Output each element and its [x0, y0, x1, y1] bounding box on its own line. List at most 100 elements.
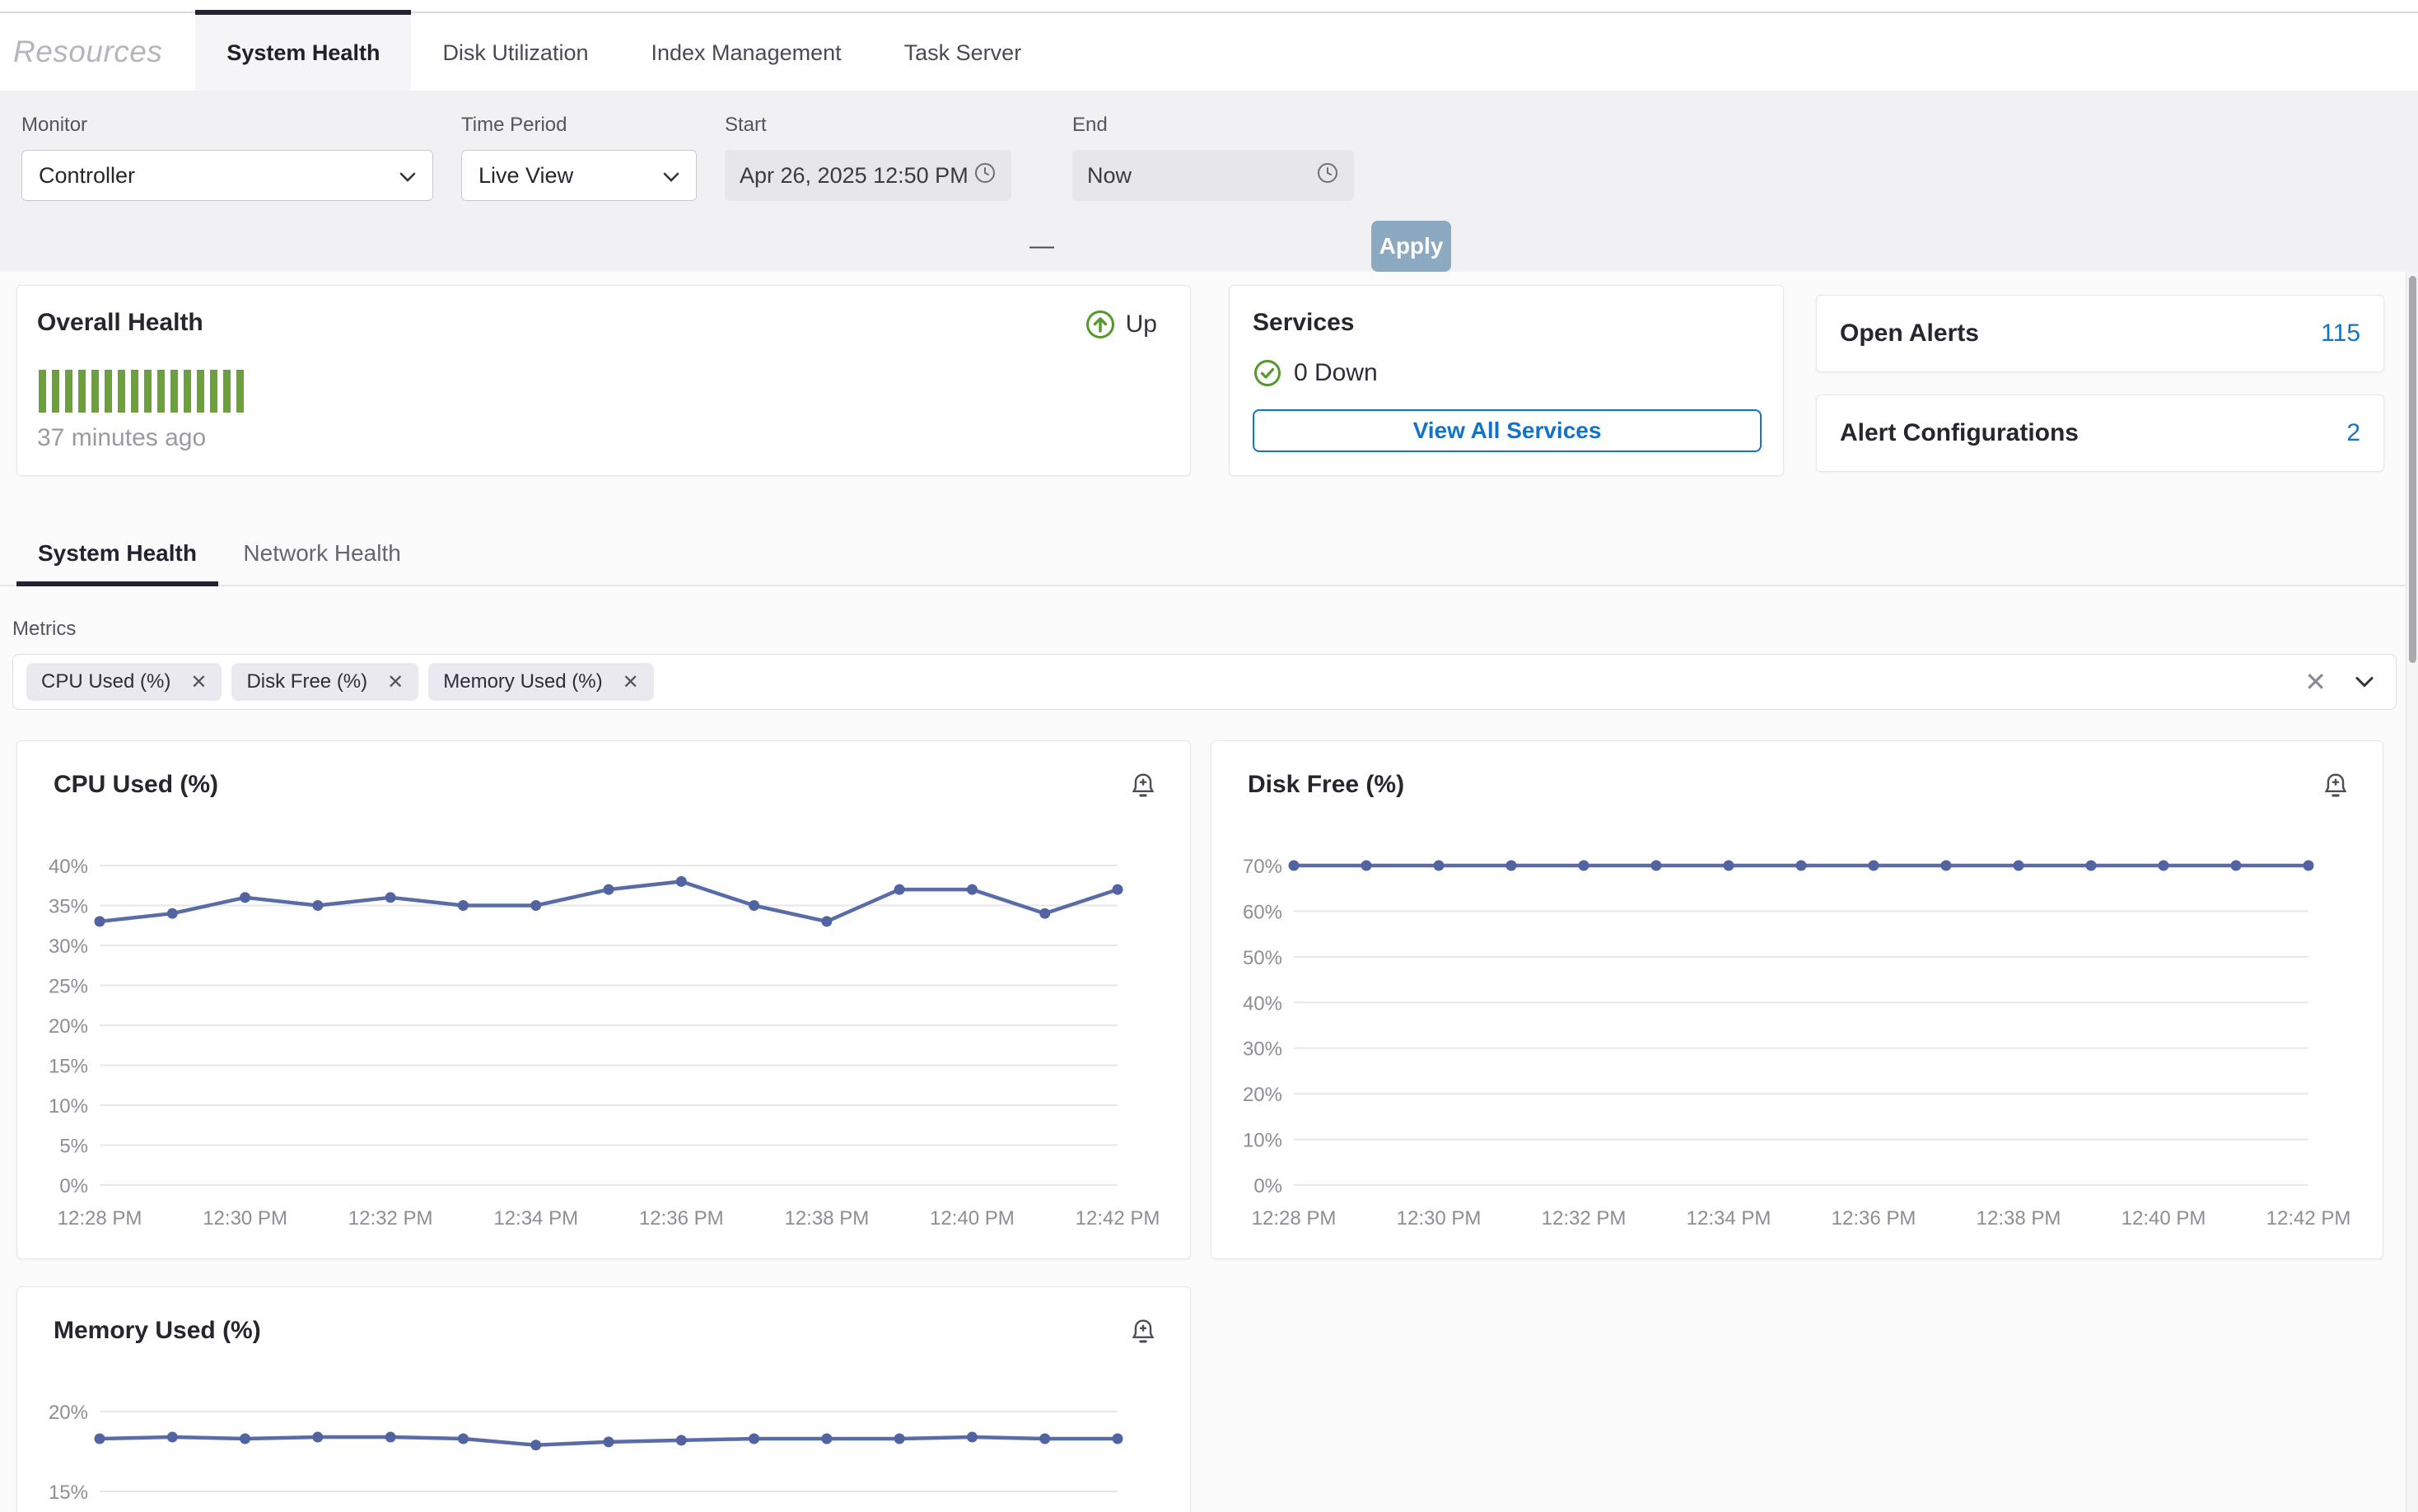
svg-text:12:30 PM: 12:30 PM — [1397, 1207, 1482, 1230]
health-bar — [170, 370, 178, 413]
svg-text:12:42 PM: 12:42 PM — [1076, 1207, 1160, 1230]
svg-text:12:30 PM: 12:30 PM — [203, 1207, 287, 1230]
svg-text:12:34 PM: 12:34 PM — [1687, 1207, 1771, 1230]
open-alerts-card[interactable]: Open Alerts 115 — [1816, 295, 2384, 372]
filter-bar: Monitor Controller Time Period Live View… — [0, 91, 2418, 272]
metrics-label: Metrics — [12, 618, 2418, 641]
svg-text:12:40 PM: 12:40 PM — [2122, 1207, 2206, 1230]
remove-chip-icon[interactable]: ✕ — [190, 670, 207, 694]
svg-text:12:34 PM: 12:34 PM — [493, 1207, 578, 1230]
summary-cards-row: Overall Health Up 37 minutes ago Service… — [0, 272, 2418, 476]
add-alert-bell-icon[interactable] — [1129, 771, 1157, 808]
remove-chip-icon[interactable]: ✕ — [387, 670, 404, 694]
health-bar — [210, 370, 217, 413]
overall-health-title: Overall Health — [37, 309, 1170, 337]
clock-icon — [973, 161, 997, 190]
chevron-down-icon — [663, 163, 679, 189]
cpu-chart-title: CPU Used (%) — [54, 771, 218, 799]
chevron-down-icon[interactable] — [2355, 676, 2374, 688]
cpu-used-line-chart: 40%35%30%25%20%15%10%5%0%12:28 PM12:30 P… — [37, 808, 1172, 1257]
health-bar — [78, 370, 86, 413]
alert-configurations-count[interactable]: 2 — [2346, 419, 2360, 447]
svg-text:40%: 40% — [49, 856, 88, 878]
health-bars — [39, 370, 1170, 413]
disk-chart-title: Disk Free (%) — [1248, 771, 1404, 799]
time-period-label: Time Period — [461, 114, 697, 137]
tab-disk-utilization[interactable]: Disk Utilization — [411, 10, 619, 91]
subtab-system-health[interactable]: System Health — [16, 527, 218, 585]
svg-text:0%: 0% — [1253, 1175, 1282, 1197]
add-alert-bell-icon[interactable] — [2322, 771, 2350, 808]
open-alerts-count[interactable]: 115 — [2321, 320, 2360, 348]
services-card: Services 0 Down View All Services — [1229, 285, 1784, 476]
add-alert-bell-icon[interactable] — [1129, 1317, 1157, 1354]
tab-index-management[interactable]: Index Management — [619, 10, 872, 91]
page-title: Resources — [0, 13, 195, 91]
memory-used-line-chart: 20%15%10%5%0%12:28 PM12:30 PM12:32 PM12:… — [37, 1354, 1172, 1512]
alert-configurations-card[interactable]: Alert Configurations 2 — [1816, 394, 2384, 472]
svg-text:30%: 30% — [1243, 1038, 1282, 1061]
view-all-services-button[interactable]: View All Services — [1253, 409, 1762, 452]
health-bar — [65, 370, 72, 413]
charts-row-1: CPU Used (%) 40%35%30%25%20%15%10%5%0%12… — [0, 710, 2418, 1259]
svg-text:10%: 10% — [49, 1095, 88, 1118]
up-arrow-icon — [1085, 309, 1116, 340]
tab-system-health[interactable]: System Health — [195, 10, 411, 91]
svg-text:12:32 PM: 12:32 PM — [1542, 1207, 1627, 1230]
health-bar — [105, 370, 112, 413]
svg-text:12:38 PM: 12:38 PM — [1977, 1207, 2061, 1230]
metric-chip-memory: Memory Used (%) ✕ — [428, 663, 653, 701]
resources-page: Resources System Health Disk Utilization… — [0, 0, 2418, 1512]
services-title: Services — [1253, 309, 1760, 337]
svg-text:12:32 PM: 12:32 PM — [348, 1207, 433, 1230]
metrics-multiselect[interactable]: CPU Used (%) ✕ Disk Free (%) ✕ Memory Us… — [12, 654, 2397, 710]
alerts-column: Open Alerts 115 Alert Configurations 2 — [1816, 285, 2384, 476]
last-updated-text: 37 minutes ago — [37, 424, 1170, 452]
svg-text:20%: 20% — [49, 1015, 88, 1038]
clear-all-icon[interactable]: ✕ — [2304, 666, 2327, 698]
date-range-separator: — — [1029, 221, 1054, 272]
apply-button[interactable]: Apply — [1371, 221, 1451, 272]
svg-text:12:42 PM: 12:42 PM — [2266, 1207, 2351, 1230]
health-bar — [39, 370, 46, 413]
end-datetime-input[interactable]: Now — [1072, 150, 1354, 201]
svg-text:50%: 50% — [1243, 947, 1282, 969]
health-bar — [197, 370, 204, 413]
start-datetime-input[interactable]: Apr 26, 2025 12:50 PM — [725, 150, 1011, 201]
health-bar — [157, 370, 165, 413]
remove-chip-icon[interactable]: ✕ — [623, 670, 639, 694]
health-bar — [52, 370, 59, 413]
memory-used-chart-card: Memory Used (%) 20%15%10%5%0%12:28 PM12:… — [16, 1286, 1191, 1512]
time-period-select[interactable]: Live View — [461, 150, 697, 201]
svg-text:15%: 15% — [49, 1482, 88, 1504]
health-bar — [91, 370, 99, 413]
svg-text:35%: 35% — [49, 896, 88, 918]
metric-chip-disk: Disk Free (%) ✕ — [231, 663, 418, 701]
disk-free-line-chart: 70%60%50%40%30%20%10%0%12:28 PM12:30 PM1… — [1231, 808, 2363, 1257]
top-navigation: Resources System Health Disk Utilization… — [0, 0, 2418, 91]
monitor-label: Monitor — [21, 114, 433, 137]
status-badge: Up — [1085, 309, 1157, 340]
check-circle-icon — [1253, 358, 1282, 388]
clock-icon — [1316, 161, 1339, 190]
health-bar — [184, 370, 191, 413]
charts-row-2: Memory Used (%) 20%15%10%5%0%12:28 PM12:… — [0, 1259, 2418, 1512]
end-label: End — [1072, 114, 1354, 137]
svg-text:12:38 PM: 12:38 PM — [784, 1207, 869, 1230]
svg-text:30%: 30% — [49, 936, 88, 958]
services-down-status: 0 Down — [1253, 358, 1760, 388]
health-bar — [144, 370, 152, 413]
monitor-select[interactable]: Controller — [21, 150, 433, 201]
overall-health-card: Overall Health Up 37 minutes ago — [16, 285, 1191, 476]
svg-text:12:36 PM: 12:36 PM — [639, 1207, 724, 1230]
svg-text:12:40 PM: 12:40 PM — [930, 1207, 1015, 1230]
health-bar — [223, 370, 231, 413]
subtab-network-health[interactable]: Network Health — [222, 527, 422, 585]
health-bar — [236, 370, 244, 413]
vertical-scrollbar[interactable] — [2406, 272, 2418, 1512]
tab-task-server[interactable]: Task Server — [873, 10, 1053, 91]
alert-configurations-title: Alert Configurations — [1840, 419, 2079, 447]
svg-text:0%: 0% — [59, 1175, 88, 1197]
chevron-down-icon — [399, 163, 416, 189]
scrollbar-thumb[interactable] — [2409, 276, 2416, 663]
